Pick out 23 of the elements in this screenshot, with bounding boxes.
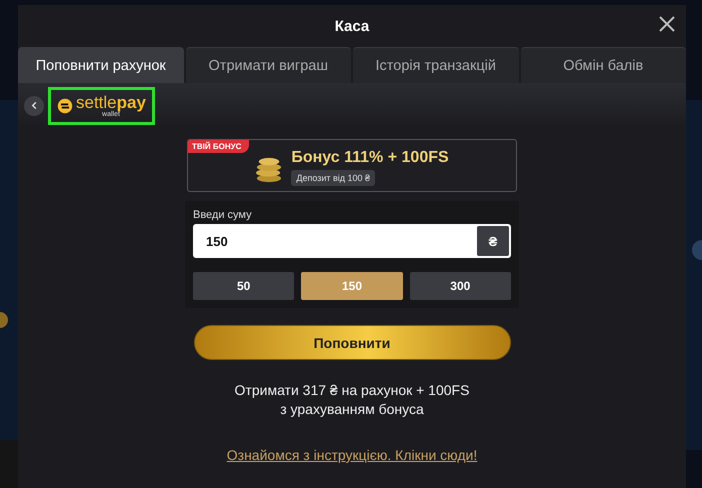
back-button[interactable] [24,96,44,116]
provider-name: settlepay [76,94,146,110]
tab[interactable]: Отримати виграш [186,47,351,83]
close-icon[interactable] [658,15,676,33]
summary-text: Отримати 317 ₴ на рахунок + 100FS [234,382,470,398]
instruction-link[interactable]: Ознайомся з інструкцією. Клікни сюди! [226,447,478,463]
bonus-title: Бонус 111% + 100FS [291,149,449,167]
chevron-left-icon [30,101,38,110]
summary-text: з урахуванням бонуса [280,401,424,417]
amount-label: Введи суму [193,209,253,221]
tab[interactable]: Обмін балів [520,47,686,83]
deposit-button[interactable]: Поповнити [194,325,510,360]
dialog-title: Каса [334,18,370,34]
coin-stack-icon [255,156,284,182]
tab[interactable]: Поповнити рахунок [18,47,184,83]
amount-preset-button[interactable]: 50 [193,272,294,300]
tab[interactable]: Історія транзакцій [353,47,518,83]
bonus-badge: ТВІЙ БОНУС [188,140,250,153]
amount-preset-button[interactable]: 300 [410,272,511,300]
amount-field[interactable]: 150 ₴ [193,224,511,258]
deposit-note: Депозит від 100 ₴ [291,170,376,186]
coin-s-icon [57,98,73,114]
currency-button[interactable]: ₴ [477,226,509,256]
